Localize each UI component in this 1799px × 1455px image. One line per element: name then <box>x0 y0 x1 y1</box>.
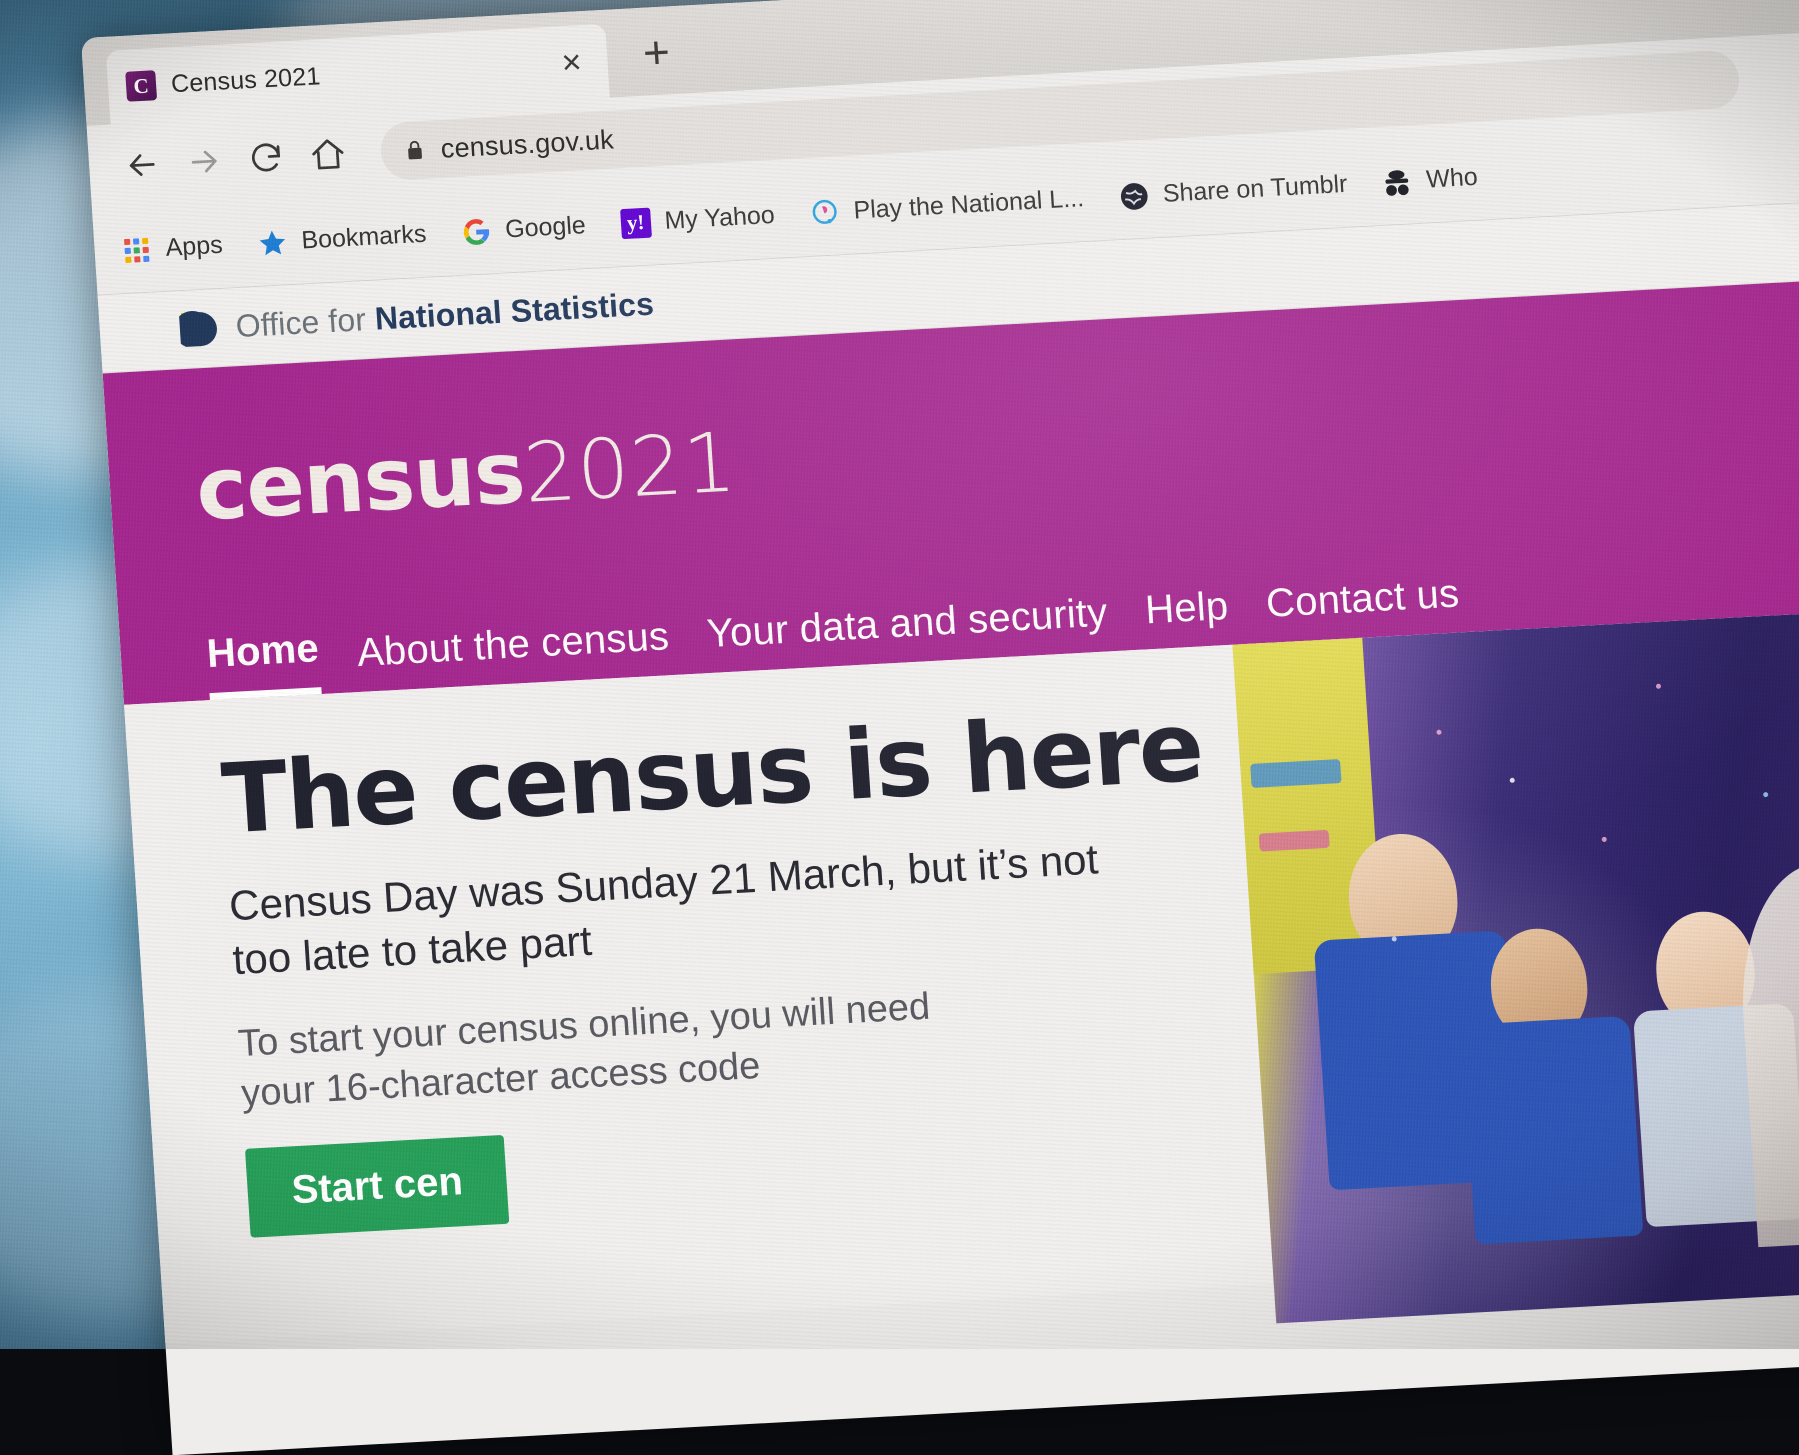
bookmark-label: Google <box>504 211 586 244</box>
ons-logo-dark-text: National Statistics <box>374 286 655 337</box>
census-wordmark: census2021 <box>193 346 1799 540</box>
bookmark-bookmarks[interactable]: Bookmarks <box>255 218 427 259</box>
tumblr-globe-icon <box>1117 179 1151 213</box>
who-icon <box>1380 165 1414 199</box>
hero-body-text: To start your census online, you will ne… <box>237 979 1002 1119</box>
wordmark-name: census <box>193 423 527 541</box>
forward-arrow-icon[interactable] <box>171 129 237 194</box>
browser-window: C Census 2021 × + census.gov.uk <box>81 0 1799 1455</box>
back-arrow-icon[interactable] <box>109 132 175 197</box>
tab-title: Census 2021 <box>170 62 321 99</box>
national-lottery-icon <box>808 196 842 230</box>
home-icon[interactable] <box>295 122 361 187</box>
ons-logo-icon <box>179 308 223 348</box>
google-g-icon <box>459 215 493 249</box>
census-website: Office for National Statistics census202… <box>98 197 1799 1344</box>
bookmark-label: My Yahoo <box>664 201 776 236</box>
url-text: census.gov.uk <box>440 124 615 164</box>
hero-text-column: The census is here Census Day was Sunday… <box>124 650 1184 1344</box>
yahoo-icon: y! <box>619 206 653 240</box>
bookmark-share-on-tumblr[interactable]: Share on Tumblr <box>1117 168 1349 212</box>
apps-grid-icon <box>120 233 154 267</box>
nav-item-contact-us[interactable]: Contact us <box>1265 571 1462 642</box>
star-icon <box>255 226 289 260</box>
nav-item-home[interactable]: Home <box>206 626 322 700</box>
start-census-button[interactable]: Start cen <box>245 1135 510 1238</box>
bookmark-label: Apps <box>165 231 224 263</box>
census-favicon-icon: C <box>125 70 157 102</box>
bookmark-my-yahoo[interactable]: y! My Yahoo <box>619 199 776 239</box>
bookmark-who[interactable]: Who <box>1380 161 1478 198</box>
bookmark-label: Share on Tumblr <box>1162 170 1348 209</box>
bookmark-label: Play the National L... <box>853 184 1085 225</box>
page-title: The census is here <box>219 702 1152 850</box>
bookmark-play-the-national-lottery[interactable]: Play the National L... <box>808 183 1085 230</box>
nav-item-help[interactable]: Help <box>1144 584 1231 649</box>
reload-icon[interactable] <box>233 126 299 191</box>
bookmark-google[interactable]: Google <box>459 210 587 249</box>
hero-section: The census is here Census Day was Sunday… <box>124 606 1799 1344</box>
bookmark-label: Bookmarks <box>301 220 428 256</box>
lock-icon <box>406 140 423 161</box>
ons-logo-text: Office for National Statistics <box>235 286 655 346</box>
wordmark-year: 2021 <box>521 415 740 521</box>
new-tab-button[interactable]: + <box>642 28 672 75</box>
bookmark-label: Who <box>1425 163 1478 195</box>
bookmark-apps[interactable]: Apps <box>120 229 224 266</box>
hero-lede: Census Day was Sunday 21 March, but it’s… <box>228 831 1134 987</box>
ons-logo-light-text: Office for <box>235 301 376 344</box>
close-tab-icon[interactable]: × <box>561 45 583 80</box>
hero-photo <box>1232 606 1799 1324</box>
